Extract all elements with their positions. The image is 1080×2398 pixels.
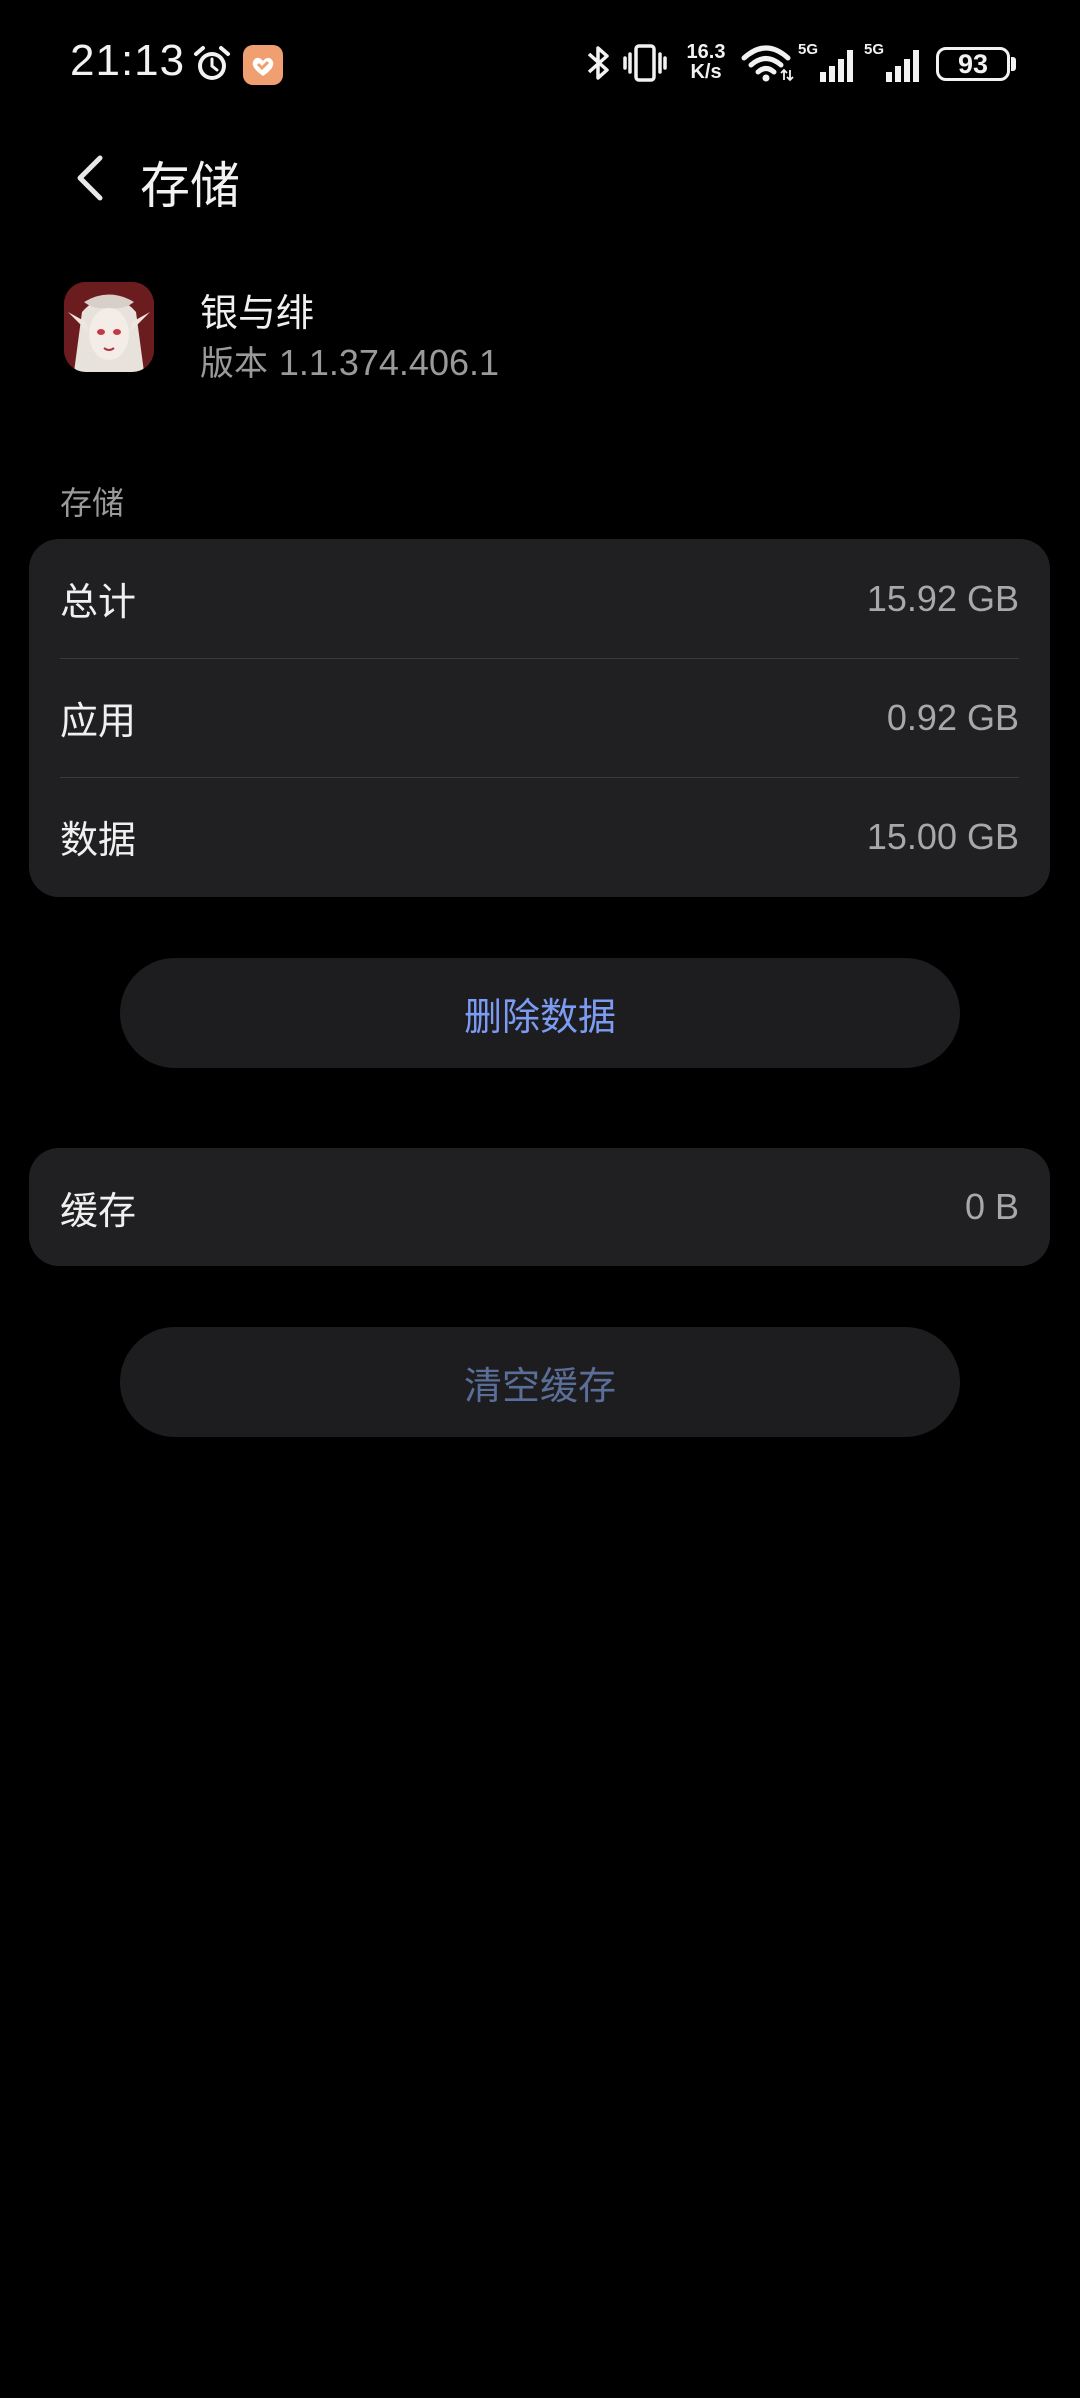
battery-icon: 93 bbox=[936, 47, 1010, 81]
app-notification-icon bbox=[243, 45, 283, 85]
version-prefix: 版本 bbox=[200, 344, 268, 384]
wifi-icon bbox=[741, 45, 794, 82]
row-label: 总计 bbox=[60, 580, 137, 624]
version-number: 1.1.374.406.1 bbox=[278, 342, 500, 383]
chevron-left-icon bbox=[77, 155, 103, 201]
storage-row-total: 总计 15.92 GB bbox=[29, 539, 1050, 658]
page-title: 存储 bbox=[140, 157, 240, 215]
network-speed-unit: K/s bbox=[690, 61, 722, 83]
app-icon bbox=[64, 282, 154, 372]
bluetooth-icon bbox=[587, 46, 609, 80]
signal-icon: 5G bbox=[864, 41, 919, 82]
storage-card: 总计 15.92 GB 应用 0.92 GB 数据 15.00 GB bbox=[29, 539, 1050, 897]
row-label: 缓存 bbox=[60, 1188, 137, 1233]
alarm-icon bbox=[194, 46, 230, 80]
app-name: 银与绯 bbox=[200, 291, 315, 335]
vibrate-icon bbox=[623, 44, 667, 82]
app-version: 版本 1.1.374.406.1 bbox=[200, 336, 499, 385]
row-value: 0 B bbox=[964, 1186, 1019, 1227]
back-button[interactable] bbox=[60, 148, 120, 208]
row-value: 15.92 GB bbox=[866, 577, 1019, 619]
network-speed-value: 16.3 bbox=[686, 41, 726, 63]
row-label: 数据 bbox=[60, 818, 137, 862]
signal-icon: 5G bbox=[798, 41, 853, 82]
storage-row-data: 数据 15.00 GB bbox=[29, 777, 1050, 896]
clock: 21:13 bbox=[70, 36, 186, 85]
signal1-label: 5G bbox=[798, 41, 818, 58]
status-bar: 21:13 16.3 K/s 5G 5G 93 bbox=[0, 0, 1080, 130]
delete-data-button[interactable]: 删除数据 bbox=[120, 958, 960, 1068]
signal2-label: 5G bbox=[864, 41, 884, 58]
row-value: 15.00 GB bbox=[866, 815, 1019, 857]
row-value: 0.92 GB bbox=[886, 696, 1019, 738]
cache-card: 缓存 0 B bbox=[29, 1148, 1050, 1266]
battery-tip bbox=[1011, 57, 1016, 71]
storage-row-app: 应用 0.92 GB bbox=[29, 658, 1050, 777]
row-label: 应用 bbox=[60, 699, 137, 743]
section-label-storage: 存储 bbox=[60, 484, 125, 522]
battery-level: 93 bbox=[957, 48, 989, 79]
clear-cache-button[interactable]: 清空缓存 bbox=[120, 1327, 960, 1437]
cache-row: 缓存 0 B bbox=[29, 1148, 1050, 1266]
network-speed: 16.3 K/s bbox=[680, 42, 732, 82]
